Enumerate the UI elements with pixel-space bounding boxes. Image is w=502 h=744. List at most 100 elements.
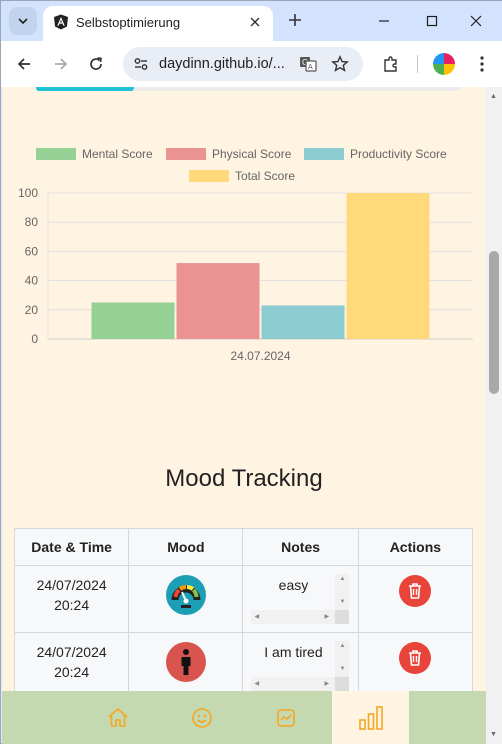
page-viewport: Mental Score Physical Score Productivity S… [2,87,486,744]
table-row: 24/07/2024 20:24 I am tired ▲ ▼ ◀ ▶ [13,632,474,700]
legend-swatch [166,148,206,160]
notes-vertical-scrollbar[interactable]: ▲ ▼ [335,641,350,677]
puzzle-icon [384,56,397,72]
notes-textarea[interactable]: easy ▲ ▼ ◀ ▶ [251,574,350,624]
svg-text:A: A [308,64,313,71]
trash-icon [409,583,422,599]
tab-search-button[interactable] [9,7,37,35]
actions-cell [357,632,474,700]
entry-date: 24/07/2024 [36,577,107,593]
legend-swatch [189,170,229,182]
notes-cell: easy ▲ ▼ ◀ ▶ [242,565,359,633]
mood-cell [128,565,244,633]
tab-strip: Selbstoptimierung [1,1,502,41]
date-time-cell: 24/07/2024 20:24 [13,565,130,633]
kebab-menu-icon [480,56,484,72]
close-icon [470,15,482,27]
angular-logo-icon [54,14,68,30]
tab-close-button[interactable] [245,12,265,32]
back-button[interactable] [11,51,37,77]
nav-home[interactable] [93,691,143,744]
note-text: easy [278,577,309,593]
site-settings-icon[interactable] [133,56,149,72]
new-tab-button[interactable] [283,8,307,32]
column-header-actions: Actions [357,528,474,566]
extensions-button[interactable] [378,51,404,77]
active-tab[interactable]: Selbstoptimierung [43,6,273,41]
page-scrollbar[interactable]: ▲ ▼ [486,87,502,744]
table-row: 24/07/2024 20:24 easy ▲ ▼ ◀ ▶ [13,565,474,633]
x-tick-label: 24.07.2024 [230,349,290,363]
entry-time: 20:24 [54,597,90,613]
legend-label: Mental Score [82,147,153,161]
star-icon [331,55,349,72]
tab-title: Selbstoptimierung [76,15,181,30]
minimize-icon [379,20,389,22]
legend-label: Total Score [235,169,295,183]
bookmark-button[interactable] [327,51,353,77]
legend-label: Physical Score [212,147,292,161]
browser-toolbar: daydinn.github.io/... G A [1,41,502,87]
bar-chart-icon [358,705,383,730]
y-tick-label: 100 [18,186,38,200]
browser-menu-button[interactable] [469,51,495,77]
close-icon [250,17,260,27]
scrollbar-thumb[interactable] [489,251,499,394]
notes-textarea[interactable]: I am tired ▲ ▼ ◀ ▶ [251,641,350,691]
entry-time: 20:24 [54,664,90,680]
maximize-icon [426,15,438,27]
nav-statistics[interactable] [332,691,409,744]
plus-icon [289,14,301,26]
mood-cell [128,632,244,700]
resize-handle[interactable] [335,610,350,624]
bottom-nav [2,691,486,744]
date-time-cell: 24/07/2024 20:24 [13,632,130,700]
close-window-button[interactable] [464,9,488,33]
entry-date: 24/07/2024 [36,644,107,660]
y-tick-label: 60 [25,244,39,258]
gauge-icon [165,575,206,615]
notes-cell: I am tired ▲ ▼ ◀ ▶ [242,632,359,700]
legend-swatch [36,148,76,160]
notes-vertical-scrollbar[interactable]: ▲ ▼ [335,574,350,610]
home-icon [108,707,128,727]
legend-label: Productivity Score [350,147,447,161]
legend-swatch [304,148,344,160]
y-tick-label: 0 [31,332,38,346]
actions-cell [357,565,474,633]
delete-button[interactable] [399,575,432,607]
bar-physical-score [176,263,260,339]
reload-button[interactable] [83,51,109,77]
notes-horizontal-scrollbar[interactable]: ◀ ▶ [251,610,336,624]
top-tab-active-indicator [36,87,134,91]
translate-icon: G A [300,57,317,72]
profile-avatar[interactable] [433,53,455,75]
toolbar-divider [417,55,418,73]
column-header-date-time: Date & Time [13,528,130,566]
nav-activity[interactable] [261,691,311,744]
forward-button[interactable] [48,51,74,77]
column-header-notes: Notes [242,528,359,566]
url-text: daydinn.github.io/... [159,56,285,72]
y-tick-label: 40 [25,274,39,288]
bar-total-score [346,193,430,339]
trash-icon [409,650,422,666]
notes-horizontal-scrollbar[interactable]: ◀ ▶ [251,677,336,691]
mood-tracking-title: Mood Tracking [165,465,323,492]
mood-table: Date & Time Mood Notes Actions 24/07/202… [13,528,474,700]
browser-window: Selbstoptimierung daydinn.github.io/... … [0,0,502,744]
smiley-icon [192,707,212,728]
resize-handle[interactable] [335,677,350,691]
arrow-right-icon [55,58,68,70]
maximize-button[interactable] [420,9,444,33]
translate-button[interactable]: G A [295,51,321,77]
y-tick-label: 20 [25,303,39,317]
score-bar-chart: Mental Score Physical Score Productivity S… [18,147,473,363]
delete-button[interactable] [399,642,432,674]
nav-mood[interactable] [177,691,227,744]
minimize-button[interactable] [372,9,396,33]
reload-icon [90,57,102,70]
column-header-mood: Mood [128,528,244,566]
bar-productivity-score [261,305,345,339]
arrow-left-icon [17,58,30,70]
